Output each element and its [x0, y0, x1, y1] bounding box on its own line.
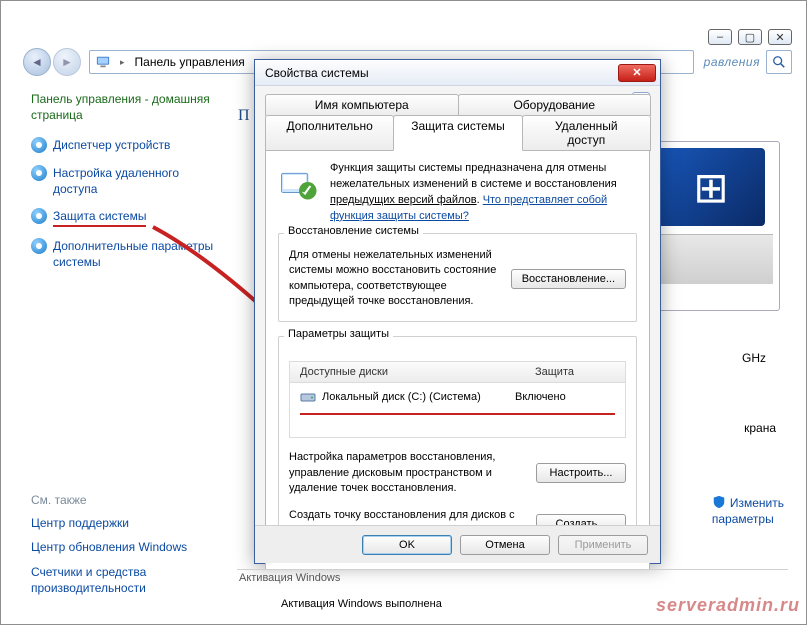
- spec-screen-label: крана: [744, 421, 776, 435]
- computer-icon: [96, 55, 110, 69]
- system-properties-dialog: Свойства системы ✕ ? Имя компьютера Обор…: [254, 59, 661, 564]
- protection-icon: [278, 161, 320, 203]
- intro-text: Функция защиты системы предназначена для…: [330, 161, 637, 225]
- restore-button[interactable]: Восстановление...: [511, 269, 626, 289]
- col-protection: Защита: [525, 362, 625, 382]
- group-label-restore: Восстановление системы: [284, 225, 423, 237]
- nav-fwd-button[interactable]: ►: [53, 48, 81, 76]
- bullet-icon: [31, 137, 47, 153]
- minimize-button[interactable]: –: [708, 29, 732, 45]
- see-also-link-update[interactable]: Центр обновления Windows: [31, 539, 221, 555]
- restore-description: Для отмены нежелательных изменений систе…: [289, 248, 499, 310]
- system-illustration: ⊞: [650, 141, 780, 311]
- see-also-heading: См. также: [31, 493, 221, 507]
- close-window-button[interactable]: ✕: [768, 29, 792, 45]
- change-settings-link[interactable]: Изменитьпараметры: [712, 495, 784, 527]
- spec-ghz-label: GHz: [742, 351, 766, 365]
- bullet-icon: [31, 165, 47, 181]
- divider: [237, 569, 788, 570]
- tab-computer-name[interactable]: Имя компьютера: [265, 94, 459, 116]
- breadcrumb-sep: ▸: [116, 57, 129, 68]
- configure-description: Настройка параметров восстановления, упр…: [289, 450, 524, 496]
- activation-heading: Активация Windows: [239, 572, 340, 584]
- sidebar-item-remote[interactable]: Настройка удаленного доступа: [31, 165, 221, 197]
- nav-back-button[interactable]: ◄: [23, 48, 51, 76]
- see-also-link-support[interactable]: Центр поддержки: [31, 515, 221, 531]
- sidebar-item-system-protection[interactable]: Защита системы: [31, 208, 221, 227]
- drives-table[interactable]: Доступные диски Защита Локальный диск (C…: [289, 361, 626, 438]
- dialog-close-button[interactable]: ✕: [618, 64, 656, 82]
- breadcrumb-seg-1[interactable]: Панель управления: [135, 55, 245, 69]
- windows-logo-icon: ⊞: [693, 163, 728, 212]
- configure-button[interactable]: Настроить...: [536, 463, 626, 483]
- search-icon: [772, 55, 786, 69]
- col-drives: Доступные диски: [290, 362, 525, 382]
- annotation-underline: [300, 413, 615, 415]
- maximize-button[interactable]: ▢: [738, 29, 762, 45]
- bullet-icon: [31, 238, 47, 254]
- search-button[interactable]: [766, 50, 792, 74]
- tab-hardware[interactable]: Оборудование: [458, 94, 652, 116]
- group-label-protection: Параметры защиты: [284, 328, 393, 340]
- tab-system-protection[interactable]: Защита системы: [393, 115, 522, 151]
- tab-advanced[interactable]: Дополнительно: [265, 115, 394, 151]
- sidebar-item-device-manager[interactable]: Диспетчер устройств: [31, 137, 221, 153]
- sidebar-item-advanced[interactable]: Дополнительные параметры системы: [31, 238, 221, 270]
- tab-remote[interactable]: Удаленный доступ: [522, 115, 651, 151]
- address-hint-text: равления: [704, 55, 760, 69]
- watermark: serveradmin.ru: [656, 595, 800, 616]
- heading-fragment: П: [238, 107, 250, 125]
- table-row[interactable]: Локальный диск (C:) (Система) Включено: [290, 383, 625, 411]
- activation-status: Активация Windows выполнена: [281, 598, 442, 610]
- sidebar-title[interactable]: Панель управления - домашняя страница: [31, 91, 221, 123]
- apply-button[interactable]: Применить: [558, 535, 648, 555]
- ok-button[interactable]: OK: [362, 535, 452, 555]
- bullet-icon: [31, 208, 47, 224]
- cancel-button[interactable]: Отмена: [460, 535, 550, 555]
- drive-icon: [300, 389, 316, 405]
- window-controls: – ▢ ✕: [708, 29, 792, 45]
- see-also-link-perf[interactable]: Счетчики и средства производительности: [31, 564, 221, 596]
- dialog-title: Свойства системы: [265, 66, 618, 80]
